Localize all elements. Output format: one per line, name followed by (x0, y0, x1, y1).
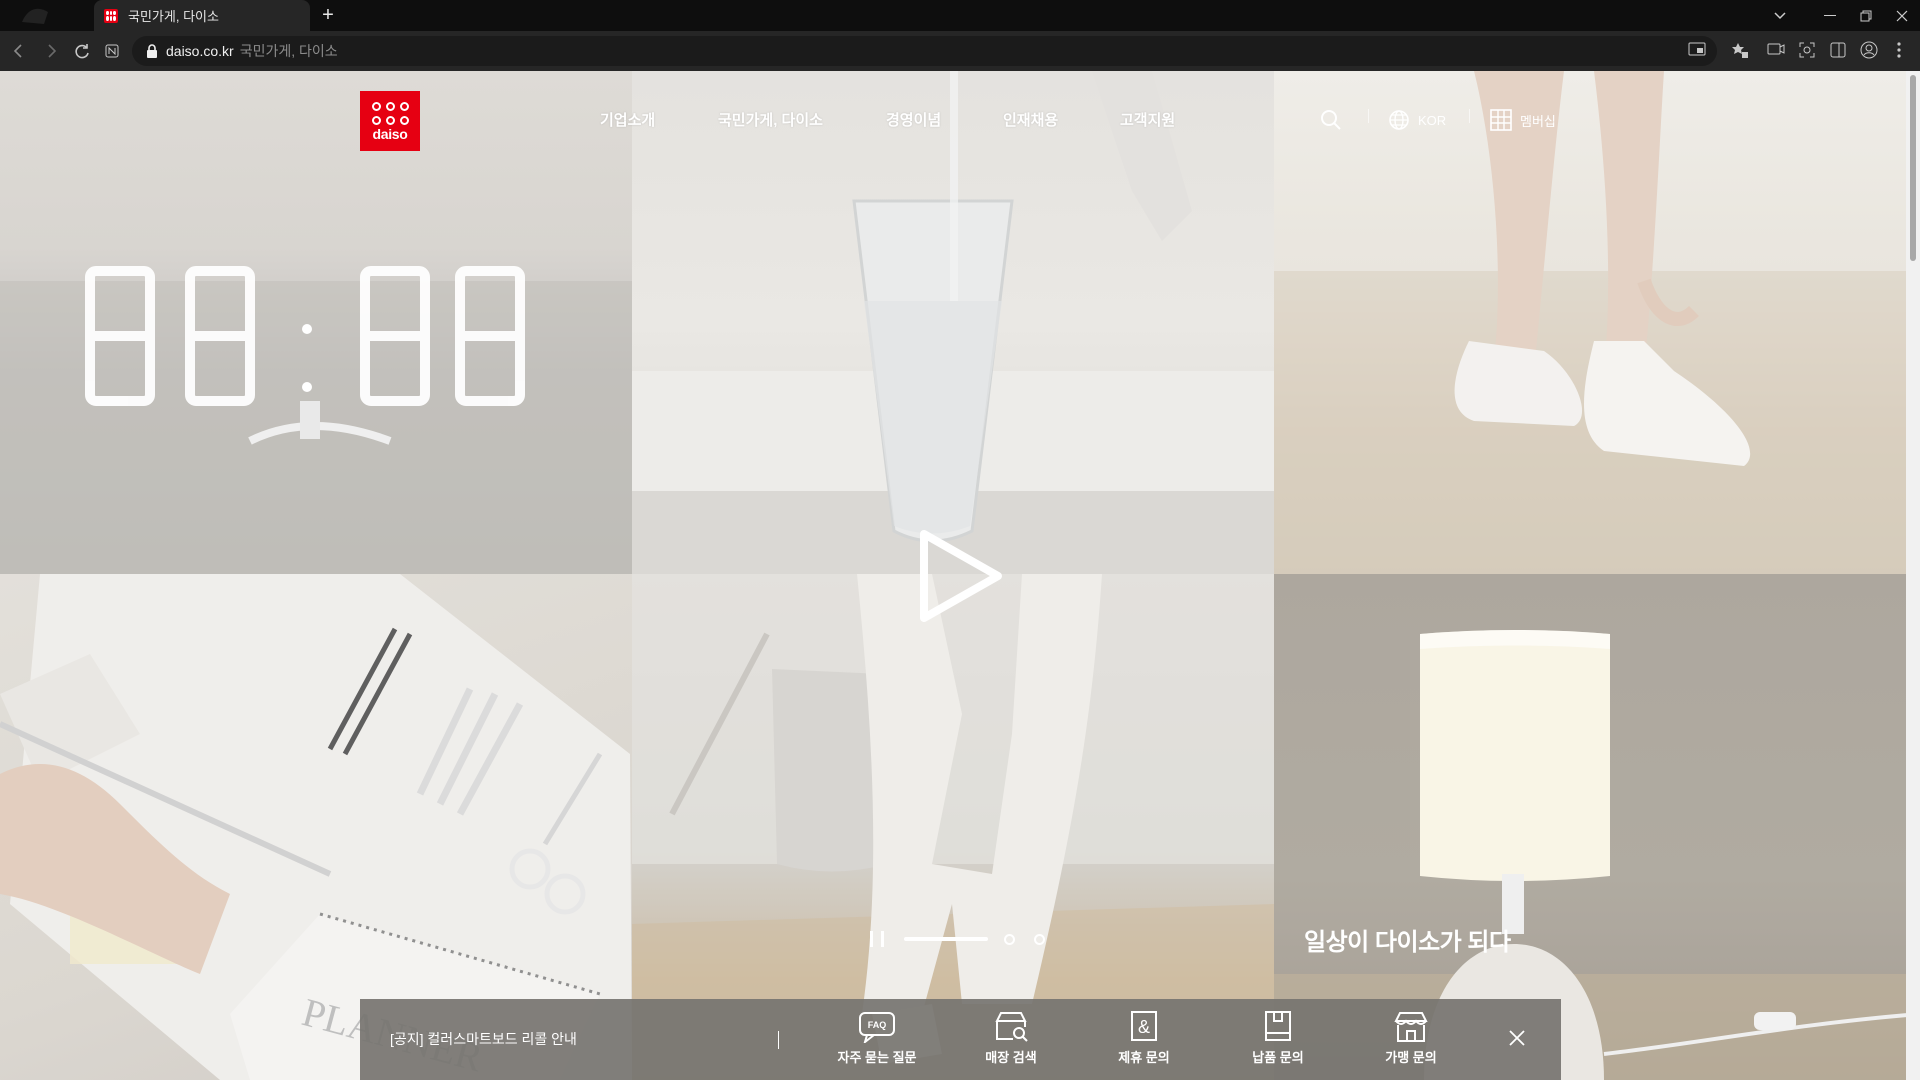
util-divider-2 (1469, 109, 1470, 123)
store-search-icon (995, 1012, 1028, 1042)
search-icon (1321, 110, 1341, 130)
supply-icon (1265, 1011, 1291, 1041)
franchise-icon (1394, 1012, 1428, 1042)
quick-link-store-search[interactable]: 매장 검색 (961, 1011, 1061, 1066)
partnership-icon: & (1131, 1011, 1157, 1041)
quick-link-supply-label: 납품 문의 (1252, 1050, 1304, 1065)
quick-link-franchise-label: 가맹 문의 (1385, 1050, 1437, 1065)
nav-item-support[interactable]: 고객지원 (1120, 109, 1175, 130)
nav-item-philosophy[interactable]: 경영이념 (886, 109, 941, 130)
language-selector[interactable]: KOR (1388, 109, 1446, 131)
quick-link-partnership-label: 제휴 문의 (1118, 1050, 1170, 1065)
url-page-title: 국민가게, 다이소 (239, 43, 338, 59)
globe-icon (1389, 110, 1409, 130)
browser-tabstrip: 국민가게, 다이소 + (0, 0, 1920, 31)
quick-link-faq-label: 자주 묻는 질문 (837, 1050, 917, 1065)
quick-link-partnership[interactable]: & 제휴 문의 (1094, 1011, 1194, 1066)
slide-dot-3[interactable] (1034, 933, 1045, 945)
browser-toolbar: daiso.co.kr 국민가게, 다이소 (0, 31, 1920, 71)
reader-mode-icon[interactable] (101, 40, 123, 62)
daiso-logo[interactable]: daiso (360, 91, 420, 151)
back-icon[interactable] (8, 40, 30, 62)
minimize-icon[interactable] (1812, 0, 1848, 31)
search-button[interactable] (1320, 109, 1342, 131)
page-viewport: PLANNER daiso (0, 71, 1920, 1080)
url-domain: daiso.co.kr (166, 43, 234, 59)
sidepanel-icon[interactable] (1828, 41, 1848, 61)
screenshot-icon[interactable] (1797, 41, 1817, 61)
quick-link-store-search-label: 매장 검색 (985, 1050, 1037, 1065)
membership-link[interactable]: 멤버십 (1490, 109, 1556, 131)
profile-icon[interactable] (1859, 41, 1879, 61)
logo-text: daiso (372, 125, 408, 142)
quick-link-faq[interactable]: FAQ 자주 묻는 질문 (827, 1011, 927, 1066)
lock-icon (147, 44, 157, 58)
slide-progress-bar (904, 937, 988, 941)
faq-badge-text: FAQ (868, 1020, 887, 1030)
play-icon[interactable] (916, 528, 1004, 624)
svg-text:&: & (1138, 1017, 1150, 1037)
browser-tab-active[interactable]: 국민가게, 다이소 (94, 0, 310, 31)
close-icon[interactable] (1505, 1026, 1529, 1050)
pause-icon[interactable] (870, 931, 884, 947)
notice-link[interactable]: [공지] 컬러스마트보드 리콜 안내 (390, 1029, 577, 1049)
browser-logo-icon (22, 8, 48, 24)
nav-item-company[interactable]: 기업소개 (600, 109, 655, 130)
close-icon[interactable] (1884, 0, 1920, 31)
nav-item-national-store[interactable]: 국민가게, 다이소 (718, 109, 823, 130)
membership-grid-icon (1490, 109, 1512, 131)
new-tab-button[interactable]: + (318, 5, 338, 25)
language-label: KOR (1418, 112, 1447, 128)
hero-slogan: 일상이 다이소가 되다 (1304, 929, 1511, 956)
restore-icon[interactable] (1848, 0, 1884, 31)
nav-item-careers[interactable]: 인재채용 (1003, 109, 1058, 130)
menu-icon[interactable] (1889, 41, 1909, 61)
quick-link-supply[interactable]: 납품 문의 (1228, 1011, 1328, 1066)
forward-icon[interactable] (40, 40, 62, 62)
membership-label: 멤버십 (1520, 113, 1556, 129)
tab-search-chevron-icon[interactable] (1762, 0, 1798, 31)
site-header: daiso 기업소개 국민가게, 다이소 경영이념 인재채용 고객지원 KOR … (0, 71, 1920, 172)
util-divider-1 (1368, 109, 1369, 123)
logo-dots-icon (371, 101, 409, 125)
address-bar[interactable]: daiso.co.kr 국민가게, 다이소 (132, 36, 1717, 66)
hero-slider-controls (870, 929, 1064, 949)
camera-icon[interactable] (1766, 41, 1786, 61)
quick-link-franchise[interactable]: 가맹 문의 (1361, 1011, 1461, 1066)
reload-icon[interactable] (71, 40, 93, 62)
slide-dot-2[interactable] (1004, 933, 1015, 945)
scrollbar-thumb[interactable] (1910, 75, 1916, 261)
tab-title: 국민가게, 다이소 (128, 9, 219, 24)
cast-icon[interactable] (1687, 41, 1707, 61)
faq-icon: FAQ (859, 1012, 895, 1043)
page-scrollbar[interactable] (1906, 71, 1920, 1080)
extensions-icon[interactable] (1730, 41, 1750, 61)
daiso-favicon-icon (104, 8, 118, 23)
quickbar-divider (778, 1031, 779, 1049)
quick-menu-bar: [공지] 컬러스마트보드 리콜 안내 FAQ 자주 묻는 질문 매장 검색 & (360, 999, 1561, 1080)
